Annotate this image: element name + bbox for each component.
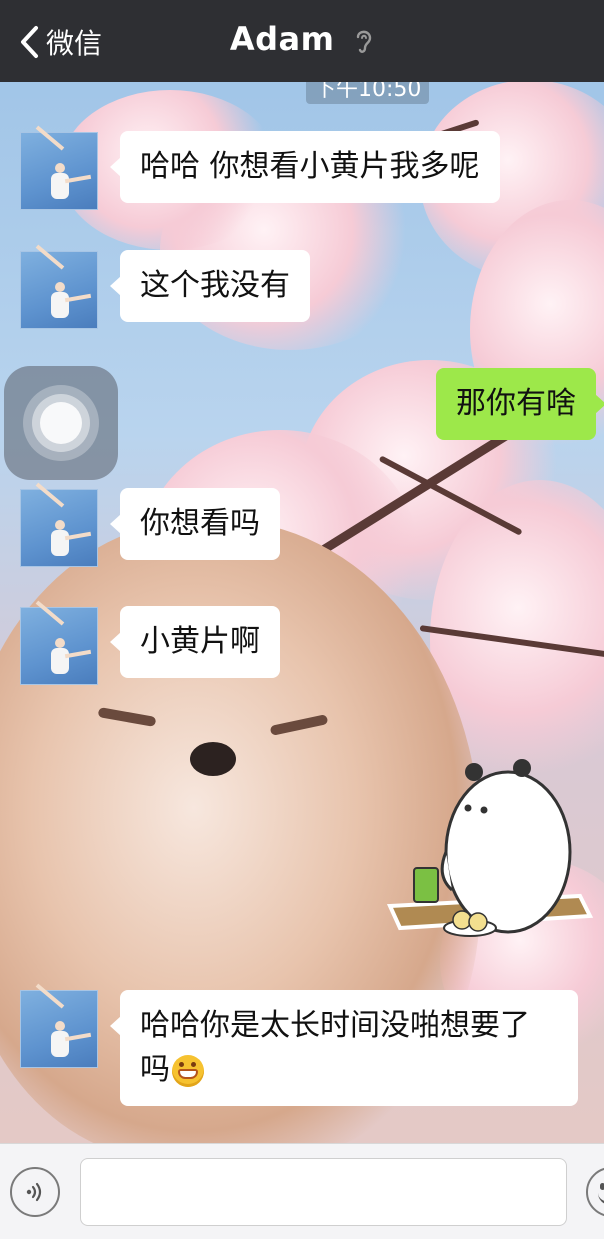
contact-name: Adam xyxy=(229,20,335,58)
message-text: 哈哈你是太长时间没啪想要了 xyxy=(140,1008,530,1043)
contact-avatar[interactable] xyxy=(20,482,98,567)
message-text: 小黄片啊 xyxy=(140,624,260,659)
message-text: 你想看吗 xyxy=(140,506,260,541)
contact-avatar[interactable] xyxy=(20,600,98,685)
navigation-bar: 微信 Adam xyxy=(0,0,604,82)
contact-avatar[interactable] xyxy=(20,244,98,329)
chat-title: Adam xyxy=(0,20,604,58)
grinning-face-icon xyxy=(172,1054,204,1087)
assistive-touch-button[interactable] xyxy=(4,366,118,480)
message-text-line2: 吗 xyxy=(140,1052,170,1087)
message-input[interactable] xyxy=(80,1158,567,1226)
incoming-message-bubble[interactable]: 小黄片啊 xyxy=(110,606,280,678)
message-text: 这个我没有 xyxy=(140,268,290,303)
incoming-message-bubble[interactable]: 哈哈你是太长时间没啪想要了 吗 xyxy=(110,990,578,1106)
chat-screen: 微信 Adam 下午10:50 哈哈 你想看小黄片我多呢 这个我没有 那你有啥 … xyxy=(0,0,604,1239)
ear-icon xyxy=(356,30,372,53)
message-text: 那你有啥 xyxy=(456,386,576,421)
outgoing-message-bubble[interactable]: 那你有啥 xyxy=(436,368,604,440)
message-text: 哈哈 你想看小黄片我多呢 xyxy=(140,149,480,184)
incoming-message-bubble[interactable]: 你想看吗 xyxy=(110,488,280,560)
bear-sticker[interactable] xyxy=(380,756,600,956)
contact-avatar[interactable] xyxy=(20,983,98,1068)
incoming-message-bubble[interactable]: 哈哈 你想看小黄片我多呢 xyxy=(110,131,500,203)
voice-icon xyxy=(26,1182,42,1202)
contact-avatar[interactable] xyxy=(20,125,98,210)
message-input-bar xyxy=(0,1143,604,1239)
emoji-button[interactable] xyxy=(586,1167,604,1217)
incoming-message-bubble[interactable]: 这个我没有 xyxy=(110,250,310,322)
voice-button[interactable] xyxy=(10,1167,60,1217)
